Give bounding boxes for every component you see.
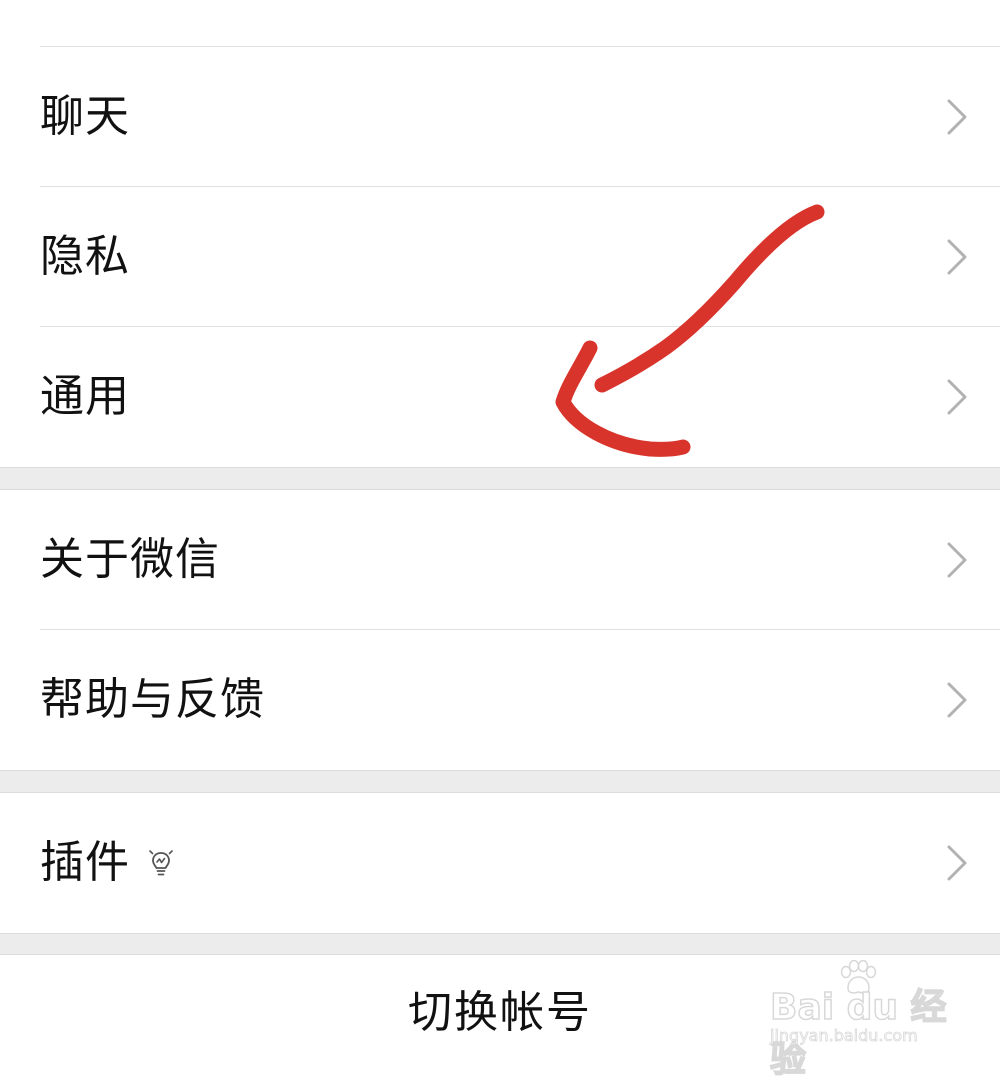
settings-item-chat[interactable]: 聊天 (0, 47, 1000, 187)
settings-item-privacy[interactable]: 隐私 (0, 187, 1000, 327)
group-separator (0, 770, 1000, 793)
chevron-right-icon (947, 239, 967, 275)
chevron-right-icon (947, 379, 967, 415)
group-separator (0, 933, 1000, 955)
chevron-right-icon (947, 542, 967, 578)
lightbulb-icon (149, 850, 173, 876)
settings-item-general[interactable]: 通用 (0, 327, 1000, 467)
switch-account-label: 切换帐号 (408, 986, 592, 1038)
settings-item-about[interactable]: 关于微信 (0, 490, 1000, 630)
settings-item-label: 帮助与反馈 (40, 674, 265, 725)
settings-item-help-feedback[interactable]: 帮助与反馈 (0, 630, 1000, 770)
settings-item-plugins[interactable]: 插件 (0, 793, 1000, 933)
settings-item-label: 隐私 (40, 231, 130, 282)
switch-account-button[interactable]: 切换帐号 (0, 955, 1000, 1070)
group-separator (0, 467, 1000, 490)
settings-item-label: 插件 (40, 837, 130, 888)
chevron-right-icon (947, 845, 967, 881)
settings-item-label: 通用 (40, 371, 130, 422)
settings-item-label: 关于微信 (40, 534, 220, 585)
settings-page: 聊天 隐私 通用 关于微信 帮助与反馈 插件 切换帐号 Bai du 经验 ji… (0, 0, 1000, 1081)
settings-item-label: 聊天 (40, 91, 130, 142)
chevron-right-icon (947, 99, 967, 135)
chevron-right-icon (947, 682, 967, 718)
